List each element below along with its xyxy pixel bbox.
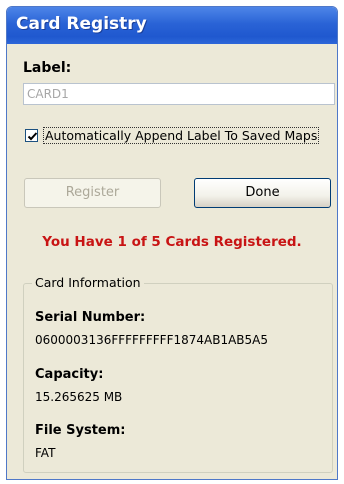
group-title: Card Information <box>32 275 144 291</box>
capacity-value: 15.265625 MB <box>35 390 123 404</box>
file-system-label: File System: <box>35 423 126 438</box>
serial-number-value: 0600003136FFFFFFFFF1874AB1AB5A5 <box>35 333 269 347</box>
append-label-checkbox[interactable] <box>25 128 38 142</box>
capacity-label: Capacity: <box>35 367 104 382</box>
card-information-group: Card Information Serial Number: 06000031… <box>23 275 333 473</box>
card-registry-dialog: Card Registry Label: CARD1 Automatically… <box>6 6 338 480</box>
window-title: Card Registry <box>7 7 337 44</box>
label-input[interactable]: CARD1 <box>23 83 335 105</box>
registration-status: You Have 1 of 5 Cards Registered. <box>42 234 302 250</box>
register-button[interactable]: Register <box>24 178 161 208</box>
file-system-value: FAT <box>35 446 56 460</box>
append-label-text: Automatically Append Label To Saved Maps <box>43 126 320 144</box>
label-heading: Label: <box>23 60 72 76</box>
append-label-option[interactable]: Automatically Append Label To Saved Maps <box>25 126 320 144</box>
checkmark-icon <box>27 131 38 140</box>
serial-number-label: Serial Number: <box>35 310 146 325</box>
done-button[interactable]: Done <box>194 178 331 208</box>
